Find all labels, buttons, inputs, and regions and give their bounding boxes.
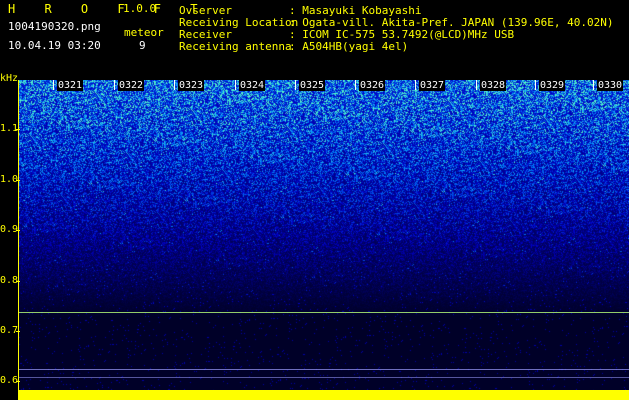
column-separator xyxy=(355,80,356,90)
column-separator xyxy=(476,80,477,90)
column-separator xyxy=(295,80,296,90)
tick-mark xyxy=(16,180,20,181)
column-label-0321: 0321 xyxy=(57,80,84,91)
column-separator xyxy=(535,80,536,90)
timestamp: 10.04.19 03:20 xyxy=(8,39,101,52)
column-label-0322: 0322 xyxy=(118,80,145,91)
column-separator xyxy=(415,80,416,90)
tick-mark xyxy=(16,281,20,282)
app-version: 1.0.0 xyxy=(123,2,157,15)
meteor-count: 9 xyxy=(139,39,146,52)
column-separator xyxy=(53,80,54,90)
tick-mark xyxy=(16,230,20,231)
meteor-label: meteor xyxy=(124,26,164,39)
column-label-0325: 0325 xyxy=(299,80,326,91)
column-separator xyxy=(593,80,594,90)
column-separator xyxy=(235,80,236,90)
column-label-0328: 0328 xyxy=(480,80,507,91)
frequency-axis xyxy=(18,80,19,400)
column-label-0323: 0323 xyxy=(178,80,205,91)
reference-line-middle xyxy=(19,369,629,370)
tick-mark xyxy=(16,331,20,332)
antenna-label: Receiving antenna xyxy=(179,40,292,53)
spectrogram xyxy=(19,80,629,400)
tick-mark xyxy=(16,381,20,382)
column-label-0327: 0327 xyxy=(419,80,446,91)
reference-line-lower xyxy=(19,377,629,378)
column-separator xyxy=(174,80,175,90)
column-label-0324: 0324 xyxy=(239,80,266,91)
file-name: 1004190320.png xyxy=(8,20,101,33)
column-separator xyxy=(114,80,115,90)
tick-mark xyxy=(16,129,20,130)
reference-line-upper xyxy=(19,312,629,313)
column-label-0330: 0330 xyxy=(597,80,624,91)
baseline-bar xyxy=(19,390,629,400)
column-label-0326: 0326 xyxy=(359,80,386,91)
column-label-0329: 0329 xyxy=(539,80,566,91)
axis-unit-label: kHz xyxy=(0,73,19,84)
antenna-value: : A504HB(yagi 4el) xyxy=(289,40,409,53)
